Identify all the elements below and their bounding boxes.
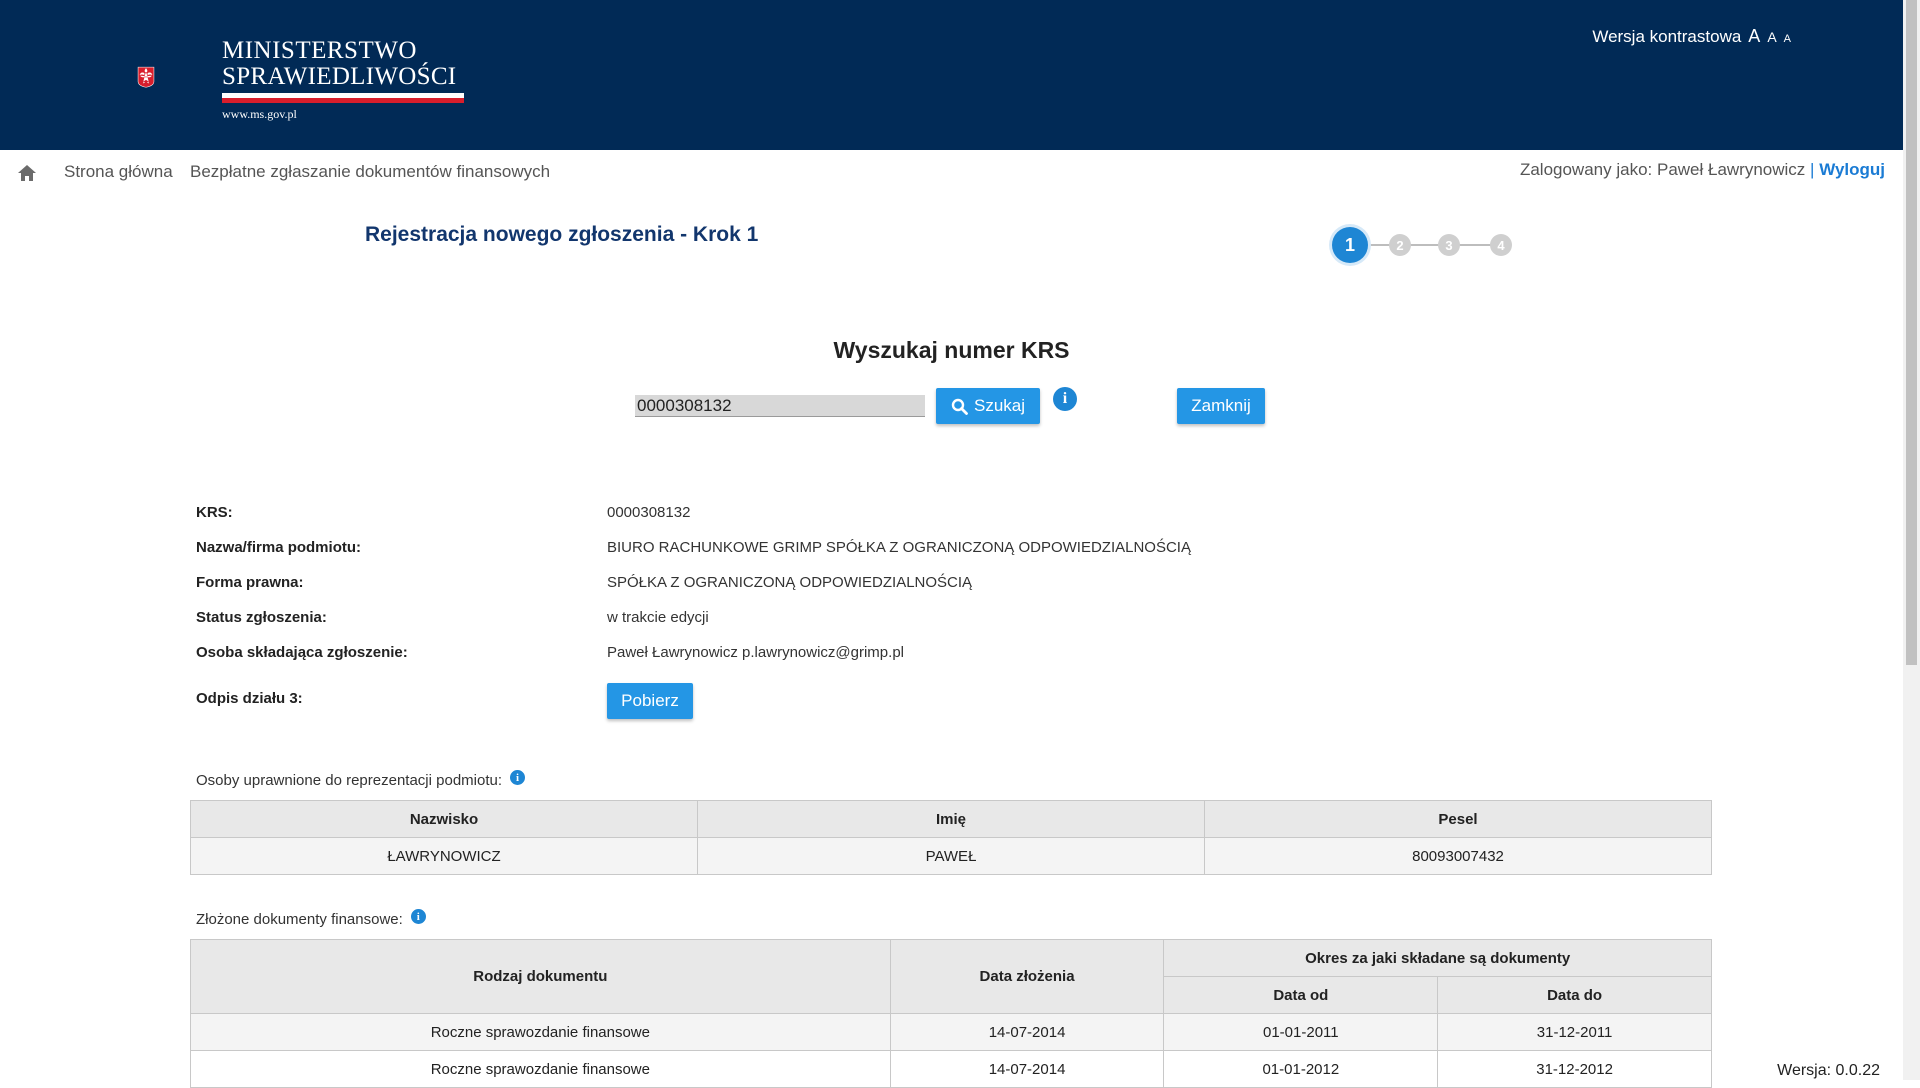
legal-form-value: SPÓŁKA Z OGRANICZONĄ ODPOWIEDZIALNOŚCIĄ xyxy=(607,574,973,591)
breadcrumb-current-link[interactable]: Bezpłatne zgłaszanie dokumentów finansow… xyxy=(190,162,550,182)
date-from: 01-01-2011 xyxy=(1163,1013,1439,1051)
column-header-surname: Nazwisko xyxy=(190,800,698,838)
page-header: MINISTERSTWO SPRAWIEDLIWOŚCI www.ms.gov.… xyxy=(0,0,1903,150)
page-title: Rejestracja nowego zgłoszenia - Krok 1 xyxy=(365,223,759,246)
table-row: Roczne sprawozdanie finansowe 14-07-2014… xyxy=(190,1050,1712,1088)
column-header-document-type: Rodzaj dokumentu xyxy=(190,939,891,1014)
search-button[interactable]: Szukaj xyxy=(936,388,1040,424)
representatives-info-icon[interactable]: i xyxy=(510,770,526,785)
logout-link[interactable]: Wyloguj xyxy=(1819,160,1885,179)
date-to: 31-12-2012 xyxy=(1437,1050,1712,1088)
column-header-date-from: Data od xyxy=(1163,976,1439,1014)
extract-label: Odpis działu 3: xyxy=(196,690,303,707)
step-2-indicator: 2 xyxy=(1389,234,1411,256)
date-to: 31-12-2011 xyxy=(1437,1013,1712,1051)
document-type: Roczne sprawozdanie finansowe xyxy=(190,1013,891,1051)
submitter-label: Osoba składająca zgłoszenie: xyxy=(196,644,408,661)
search-button-label: Szukaj xyxy=(973,396,1026,415)
breadcrumb: Strona główna Bezpłatne zgłaszanie dokum… xyxy=(0,150,1903,192)
documents-section-label: Złożone dokumenty finansowe: i xyxy=(196,909,426,928)
document-type: Roczne sprawozdanie finansowe xyxy=(190,1050,891,1088)
logo-url: www.ms.gov.pl xyxy=(222,107,297,121)
representatives-table: Nazwisko Imię Pesel ŁAWRYNOWICZ PAWEŁ 80… xyxy=(190,800,1712,875)
column-header-date-to: Data do xyxy=(1437,976,1712,1014)
submitter-value: Paweł Ławrynowicz p.lawrynowicz@grimp.pl xyxy=(607,644,904,661)
entity-name-value: BIURO RACHUNKOWE GRIMP SPÓŁKA Z OGRANICZ… xyxy=(607,539,1191,556)
vertical-scrollbar[interactable] xyxy=(1903,0,1920,1080)
column-header-pesel: Pesel xyxy=(1204,800,1712,838)
font-size-small-button[interactable]: A xyxy=(1784,33,1791,45)
krs-value: 0000308132 xyxy=(607,504,691,521)
download-extract-button[interactable]: Pobierz xyxy=(607,683,693,719)
close-button[interactable]: Zamknij xyxy=(1177,388,1265,424)
step-4-indicator: 4 xyxy=(1490,234,1512,256)
contrast-version-link[interactable]: Wersja kontrastowa xyxy=(1592,27,1741,47)
app-version: Wersja: 0.0.22 xyxy=(1777,1062,1880,1079)
krs-label: KRS: xyxy=(196,504,233,521)
logout-separator: | xyxy=(1810,160,1815,179)
representatives-section-label: Osoby uprawnione do reprezentacji podmio… xyxy=(196,770,526,789)
legal-form-label: Forma prawna: xyxy=(196,574,304,591)
entity-name-label: Nazwa/firma podmiotu: xyxy=(196,539,362,556)
representatives-label: Osoby uprawnione do reprezentacji podmio… xyxy=(196,772,503,789)
representative-first-name: PAWEŁ xyxy=(697,837,1205,875)
documents-table: Rodzaj dokumentu Data złożenia Okres za … xyxy=(190,939,1712,1088)
step-connector-line xyxy=(1362,244,1492,246)
date-from: 01-01-2012 xyxy=(1163,1050,1439,1088)
step-1-indicator: 1 xyxy=(1332,227,1368,263)
ministry-emblem-icon[interactable] xyxy=(137,37,227,119)
font-size-large-button[interactable]: A xyxy=(1748,26,1760,47)
search-title: Wyszukaj numer KRS xyxy=(833,337,1070,363)
breadcrumb-home-link[interactable]: Strona główna xyxy=(64,162,173,182)
search-icon xyxy=(951,398,968,415)
logo-flag-stripes xyxy=(222,93,464,103)
status-label: Status zgłoszenia: xyxy=(196,609,327,626)
krs-search-input[interactable] xyxy=(635,395,925,417)
step-3-indicator: 3 xyxy=(1438,234,1460,256)
column-header-submission-date: Data złożenia xyxy=(889,939,1165,1014)
status-value: w trakcie edycji xyxy=(607,609,709,626)
representative-pesel: 80093007432 xyxy=(1204,837,1712,875)
logo-line2: SPRAWIEDLIWOŚCI xyxy=(222,63,457,90)
logged-in-label: Zalogowany jako: Paweł Ławrynowicz xyxy=(1519,160,1806,179)
logo-line1: MINISTERSTWO xyxy=(222,37,417,64)
search-info-icon[interactable]: i xyxy=(1053,387,1077,411)
step-progress: 1 2 3 4 xyxy=(1332,227,1522,263)
user-info: Zalogowany jako: Paweł Ławrynowicz | Wyl… xyxy=(1520,160,1885,180)
documents-info-icon[interactable]: i xyxy=(410,909,426,924)
column-header-period: Okres za jaki składane są dokumenty xyxy=(1163,939,1712,977)
table-row: Roczne sprawozdanie finansowe 14-07-2014… xyxy=(190,1013,1712,1051)
home-icon[interactable] xyxy=(17,164,37,182)
submission-date: 14-07-2014 xyxy=(889,1013,1165,1051)
scrollbar-thumb[interactable] xyxy=(1906,0,1917,665)
representative-surname: ŁAWRYNOWICZ xyxy=(190,837,698,875)
table-row: ŁAWRYNOWICZ PAWEŁ 80093007432 xyxy=(190,837,1712,875)
documents-label: Złożone dokumenty finansowe: xyxy=(196,911,403,928)
submission-date: 14-07-2014 xyxy=(889,1050,1165,1088)
font-size-medium-button[interactable]: A xyxy=(1767,29,1776,45)
column-header-first-name: Imię xyxy=(697,800,1205,838)
accessibility-controls: Wersja kontrastowa A A A xyxy=(1592,26,1791,47)
